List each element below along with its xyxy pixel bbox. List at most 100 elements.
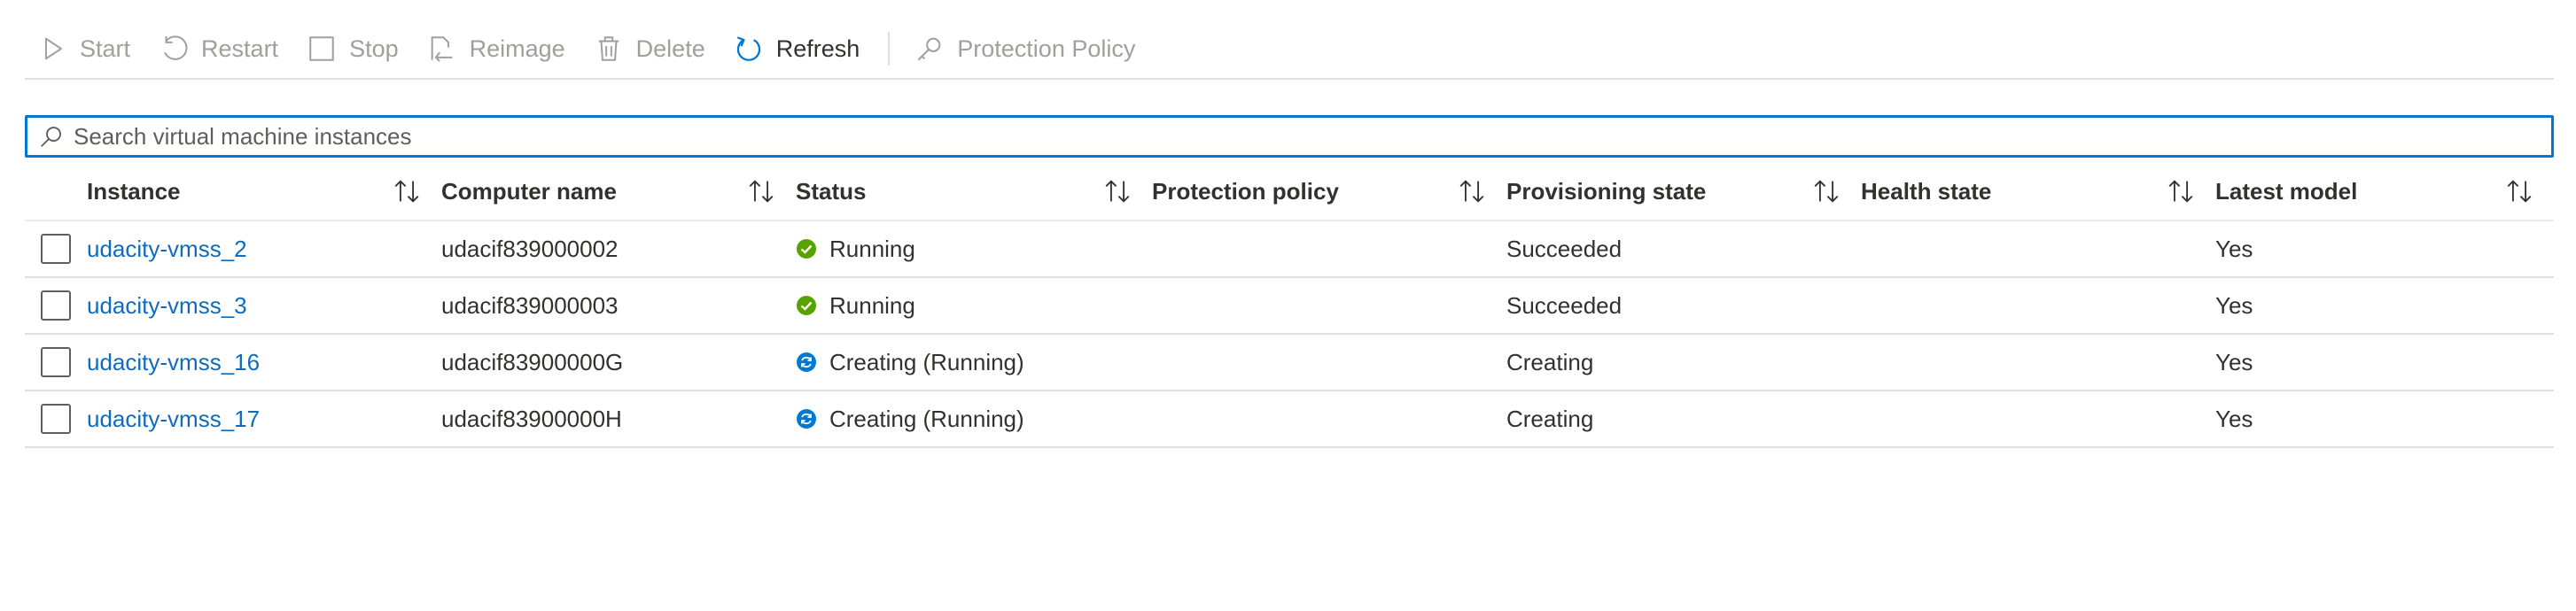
protection-policy-cell	[1152, 278, 1506, 333]
search-box[interactable]	[25, 115, 2554, 158]
computer-name-cell: udacif839000002	[441, 235, 619, 262]
status-cell: Running	[796, 221, 1152, 276]
instance-cell: udacity-vmss_17	[87, 391, 441, 446]
header-label: Protection policy	[1152, 177, 1339, 205]
column-header-status[interactable]: Status	[796, 163, 1152, 220]
instance-cell: udacity-vmss_16	[87, 335, 441, 390]
table-row[interactable]: udacity-vmss_17 udacif83900000H Creating…	[25, 391, 2554, 448]
delete-button[interactable]: Delete	[581, 24, 721, 73]
status-cell: Creating (Running)	[796, 391, 1152, 446]
column-header-latest-model[interactable]: Latest model	[2215, 163, 2554, 220]
column-header-provisioning-state[interactable]: Provisioning state	[1506, 163, 1861, 220]
header-checkbox-cell	[25, 163, 87, 220]
stop-label: Stop	[349, 35, 399, 62]
computer-name-cell: udacif839000003	[441, 291, 619, 319]
sync-icon	[797, 409, 816, 429]
status-text: Creating (Running)	[829, 405, 1024, 432]
success-check-icon	[797, 296, 816, 315]
refresh-label: Refresh	[775, 35, 860, 62]
stop-button[interactable]: Stop	[294, 24, 415, 73]
protection-policy-button[interactable]: Protection Policy	[902, 24, 1151, 73]
latest-model-cell: Yes	[2215, 235, 2253, 262]
stop-icon	[307, 34, 337, 64]
sort-icon[interactable]	[1811, 176, 1841, 206]
sort-icon[interactable]	[746, 176, 776, 206]
row-checkbox[interactable]	[41, 404, 71, 434]
sort-icon[interactable]	[1102, 176, 1132, 206]
table-row[interactable]: udacity-vmss_2 udacif839000002 Running S…	[25, 221, 2554, 278]
instance-link[interactable]: udacity-vmss_2	[87, 236, 247, 263]
computer-name-cell: udacif83900000G	[441, 348, 624, 375]
health-state-cell	[1861, 391, 2215, 446]
restart-icon	[159, 34, 189, 64]
column-header-computer-name[interactable]: Computer name	[441, 163, 796, 220]
play-icon	[37, 34, 67, 64]
reimage-label: Reimage	[469, 35, 565, 62]
row-checkbox-cell	[25, 278, 87, 333]
status-text: Running	[829, 291, 915, 319]
reimage-button[interactable]: Reimage	[415, 24, 581, 73]
delete-label: Delete	[635, 35, 705, 62]
sort-icon[interactable]	[2166, 176, 2196, 206]
reimage-icon	[427, 34, 457, 64]
health-state-cell	[1861, 221, 2215, 276]
toolbar-separator	[888, 32, 891, 66]
header-label: Computer name	[441, 177, 617, 205]
search-input[interactable]	[74, 119, 2551, 154]
row-checkbox-cell	[25, 335, 87, 390]
latest-model-cell: Yes	[2215, 405, 2253, 432]
provisioning-state-cell: Creating	[1506, 348, 1594, 375]
start-label: Start	[80, 35, 131, 62]
instance-link[interactable]: udacity-vmss_16	[87, 349, 260, 376]
sync-icon	[797, 352, 816, 372]
header-label: Health state	[1861, 177, 1992, 205]
latest-model-cell: Yes	[2215, 348, 2253, 375]
latest-model-cell: Yes	[2215, 291, 2253, 319]
restart-button[interactable]: Restart	[146, 24, 294, 73]
sort-icon[interactable]	[1457, 176, 1487, 206]
status-text: Creating (Running)	[829, 348, 1024, 375]
success-check-icon	[797, 239, 816, 259]
trash-icon	[594, 34, 624, 64]
search-icon	[36, 121, 66, 151]
instance-link[interactable]: udacity-vmss_3	[87, 292, 247, 320]
instances-table: Instance Computer name Status Protection…	[25, 163, 2554, 448]
status-text: Running	[829, 235, 915, 262]
instance-cell: udacity-vmss_3	[87, 278, 441, 333]
instance-cell: udacity-vmss_2	[87, 221, 441, 276]
sort-icon[interactable]	[392, 176, 422, 206]
header-label: Latest model	[2215, 177, 2358, 205]
key-icon	[914, 34, 945, 64]
header-label: Status	[796, 177, 867, 205]
column-header-instance[interactable]: Instance	[87, 163, 441, 220]
command-bar: Start Restart Stop Reimage Delete Refres…	[25, 19, 2554, 80]
row-checkbox[interactable]	[41, 234, 71, 264]
health-state-cell	[1861, 335, 2215, 390]
column-header-protection-policy[interactable]: Protection policy	[1152, 163, 1506, 220]
row-checkbox[interactable]	[41, 347, 71, 377]
protection-policy-cell	[1152, 221, 1506, 276]
restart-label: Restart	[201, 35, 279, 62]
table-row[interactable]: udacity-vmss_3 udacif839000003 Running S…	[25, 278, 2554, 335]
refresh-icon	[734, 34, 764, 64]
column-header-health-state[interactable]: Health state	[1861, 163, 2215, 220]
computer-name-cell: udacif83900000H	[441, 405, 622, 432]
row-checkbox[interactable]	[41, 290, 71, 321]
vmss-instances-page: Start Restart Stop Reimage Delete Refres…	[0, 0, 2576, 611]
status-cell: Creating (Running)	[796, 335, 1152, 390]
provisioning-state-cell: Succeeded	[1506, 291, 1623, 319]
instance-link[interactable]: udacity-vmss_17	[87, 406, 260, 433]
refresh-button[interactable]: Refresh	[721, 24, 876, 73]
protection-policy-label: Protection Policy	[957, 35, 1136, 62]
provisioning-state-cell: Succeeded	[1506, 235, 1623, 262]
start-button[interactable]: Start	[25, 24, 146, 73]
health-state-cell	[1861, 278, 2215, 333]
sort-icon[interactable]	[2504, 176, 2534, 206]
row-checkbox-cell	[25, 391, 87, 446]
table-row[interactable]: udacity-vmss_16 udacif83900000G Creating…	[25, 335, 2554, 391]
provisioning-state-cell: Creating	[1506, 405, 1594, 432]
status-cell: Running	[796, 278, 1152, 333]
table-header: Instance Computer name Status Protection…	[25, 163, 2554, 221]
row-checkbox-cell	[25, 221, 87, 276]
protection-policy-cell	[1152, 335, 1506, 390]
